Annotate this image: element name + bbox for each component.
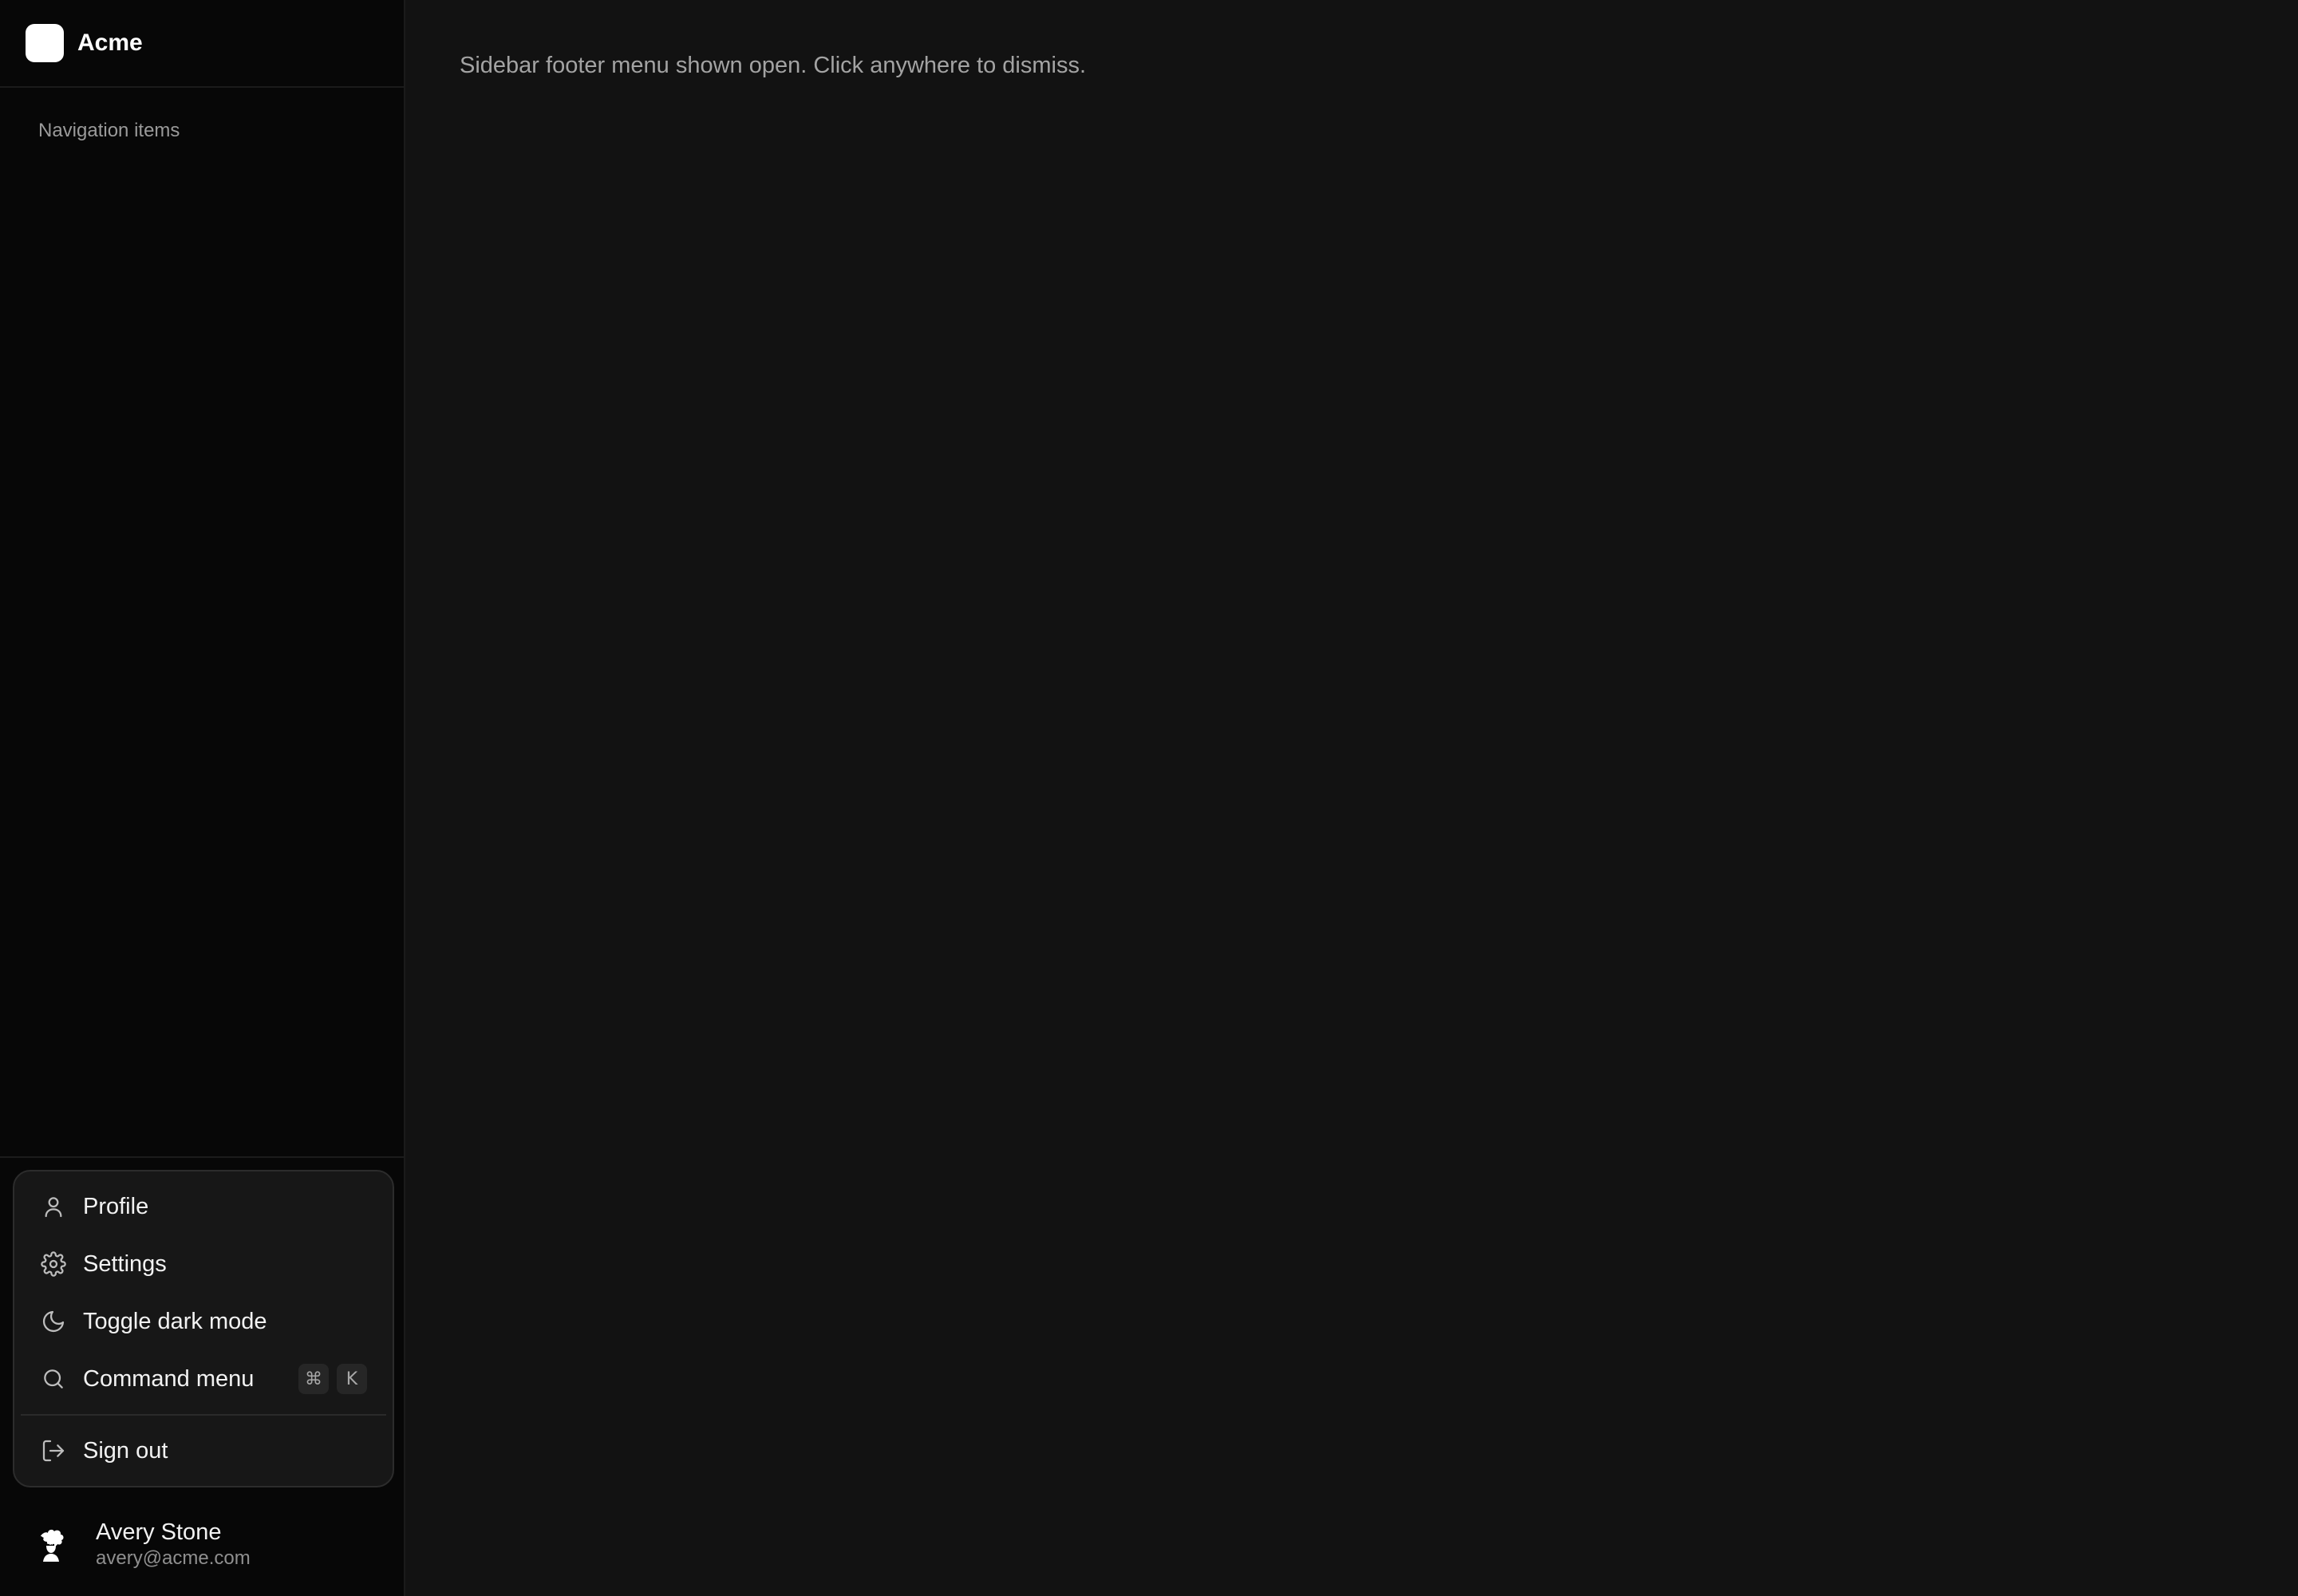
menu-separator [21,1414,386,1416]
search-icon [40,1365,67,1393]
user-dropdown-menu: Profile Settings Toggle dark mode Comman… [13,1170,394,1487]
brand-name: Acme [77,30,143,56]
menu-item-settings[interactable]: Settings [14,1235,393,1293]
nav-placeholder-label: Navigation items [38,120,180,141]
menu-item-label: Command menu [83,1365,255,1392]
brand[interactable]: Acme [0,0,404,88]
user-icon [40,1193,67,1220]
menu-item-label: Settings [83,1250,167,1277]
menu-item-command-menu[interactable]: Command menu ⌘ K [14,1350,393,1408]
avatar-illustration-icon [40,1529,64,1562]
menu-item-toggle-dark-mode[interactable]: Toggle dark mode [14,1293,393,1350]
user-account-button[interactable]: Avery Stone avery@acme.com [0,1508,404,1580]
user-name: Avery Stone [96,1519,222,1545]
gear-icon [40,1250,67,1278]
moon-icon [40,1308,67,1335]
main-content-note: Sidebar footer menu shown open. Click an… [460,53,1086,78]
sidebar-footer-divider [0,1156,404,1158]
menu-item-label: Sign out [83,1437,168,1464]
sign-out-icon [40,1437,67,1464]
menu-item-label: Toggle dark mode [83,1308,267,1334]
user-email: avery@acme.com [96,1547,251,1569]
avatar [32,1525,70,1563]
menu-item-label: Profile [83,1193,149,1219]
sidebar: Acme Navigation items Profile Settings T… [0,0,405,1596]
keyboard-shortcut: ⌘ K [298,1364,367,1394]
shortcut-key-k: K [337,1364,367,1394]
menu-item-profile[interactable]: Profile [14,1178,393,1235]
user-info: Avery Stone avery@acme.com [96,1518,251,1570]
shortcut-key-cmd: ⌘ [298,1364,329,1394]
brand-logo [26,24,64,62]
menu-item-sign-out[interactable]: Sign out [14,1422,393,1479]
